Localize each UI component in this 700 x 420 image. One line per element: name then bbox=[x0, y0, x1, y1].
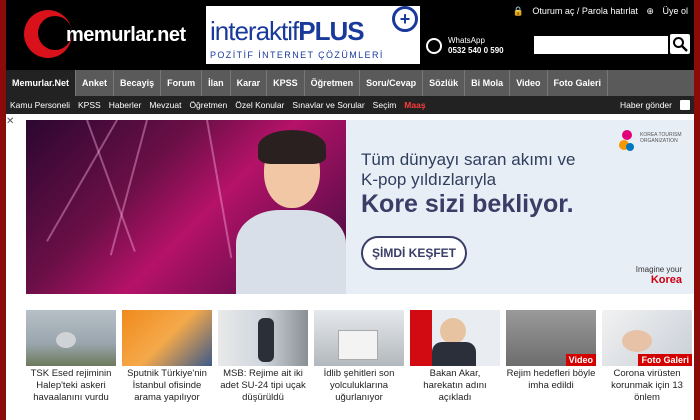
ad-title-light: interaktif bbox=[210, 16, 299, 46]
news-thumbnail: Video bbox=[506, 310, 596, 366]
sub-nav: Kamu Personeli KPSS Haberler Mevzuat Öğr… bbox=[6, 96, 694, 114]
whatsapp-icon bbox=[426, 38, 442, 54]
news-caption: TSK Esed rejiminin Halep'teki askeri hav… bbox=[30, 368, 112, 403]
subnav-item-kamu-personeli[interactable]: Kamu Personeli bbox=[6, 96, 74, 114]
ad-headline: Kore sizi bekliyor. bbox=[361, 190, 574, 218]
header-ad-banner[interactable]: interaktifPLUS + POZİTİF İNTERNET ÇÖZÜML… bbox=[206, 6, 420, 64]
news-thumbnail bbox=[410, 310, 500, 366]
video-badge: Video bbox=[565, 354, 596, 366]
news-caption: Sputnik Türkiye'nin İstanbul ofisinde ar… bbox=[127, 368, 207, 403]
news-thumbnail: Foto Galeri bbox=[602, 310, 692, 366]
nav-item-sozluk[interactable]: Sözlük bbox=[423, 70, 466, 96]
nav-item-forum[interactable]: Forum bbox=[161, 70, 203, 96]
news-caption: MSB: Rejime ait iki adet SU-24 tipi uçak… bbox=[220, 368, 306, 403]
subnav-item-sinavlar[interactable]: Sınavlar ve Sorular bbox=[288, 96, 368, 114]
photo-gallery-badge: Foto Galeri bbox=[638, 354, 692, 366]
kpop-star-image bbox=[236, 130, 346, 294]
news-item[interactable]: Bakan Akar, harekatın adını açıkladı bbox=[410, 310, 500, 420]
search-input[interactable] bbox=[534, 36, 668, 54]
subnav-item-mevzuat[interactable]: Mevzuat bbox=[145, 96, 185, 114]
user-links: 🔒 Oturum aç / Parola hatırlat ⊕ Üye ol bbox=[507, 6, 688, 17]
news-item[interactable]: MSB: Rejime ait iki adet SU-24 tipi uçak… bbox=[218, 310, 308, 420]
subnav-item-ogretmen[interactable]: Öğretmen bbox=[185, 96, 231, 114]
site-logo[interactable]: memurlar.net bbox=[22, 8, 192, 60]
whatsapp-phone: 0532 540 0 590 bbox=[448, 46, 504, 55]
login-link[interactable]: Oturum aç / Parola hatırlat bbox=[532, 6, 638, 16]
subnav-item-ozel-konular[interactable]: Özel Konular bbox=[231, 96, 288, 114]
plus-icon: + bbox=[392, 6, 418, 32]
add-user-icon: ⊕ bbox=[646, 6, 654, 16]
send-news-link[interactable]: Haber gönder bbox=[620, 96, 672, 114]
ad-line-2: K-pop yıldızlarıyla bbox=[361, 170, 497, 189]
nav-item-anket[interactable]: Anket bbox=[76, 70, 115, 96]
ad-cta-button[interactable]: ŞİMDİ KEŞFET bbox=[361, 236, 467, 270]
news-strip: TSK Esed rejiminin Halep'teki askeri hav… bbox=[26, 310, 694, 420]
page-frame: memurlar.net interaktifPLUS + POZİTİF İN… bbox=[6, 0, 694, 420]
news-item[interactable]: İdlib şehitleri son yolculuklarına uğurl… bbox=[314, 310, 404, 420]
nav-item-kpss[interactable]: KPSS bbox=[267, 70, 305, 96]
news-caption: Rejim hedefleri böyle imha edildi bbox=[506, 368, 596, 391]
logo-text: memurlar.net bbox=[66, 24, 186, 46]
nav-item-video[interactable]: Video bbox=[510, 70, 548, 96]
news-item[interactable]: Video Rejim hedefleri böyle imha edildi bbox=[506, 310, 596, 420]
subnav-item-kpss[interactable]: KPSS bbox=[74, 96, 105, 114]
news-thumbnail bbox=[218, 310, 308, 366]
imagine-small-text: Imagine your bbox=[635, 265, 682, 274]
news-thumbnail bbox=[122, 310, 212, 366]
search-icon bbox=[673, 37, 688, 52]
news-thumbnail bbox=[26, 310, 116, 366]
nav-item-bi-mola[interactable]: Bi Mola bbox=[465, 70, 511, 96]
kto-text: KOREA TOURISM ORGANIZATION bbox=[640, 132, 682, 144]
nav-item-karar[interactable]: Karar bbox=[231, 70, 268, 96]
news-caption: Corona virüsten korunmak için 13 önlem bbox=[611, 368, 683, 403]
news-thumbnail bbox=[314, 310, 404, 366]
news-caption: İdlib şehitleri son yolculuklarına uğurl… bbox=[323, 368, 395, 403]
news-item[interactable]: Sputnik Türkiye'nin İstanbul ofisinde ar… bbox=[122, 310, 212, 420]
imagine-korea-logo: Imagine your Korea bbox=[636, 265, 682, 286]
news-item[interactable]: Foto Galeri Corona virüsten korunmak içi… bbox=[602, 310, 692, 420]
subnav-item-haberler[interactable]: Haberler bbox=[105, 96, 146, 114]
ad-line-1: Tüm dünyayı saran akımı ve bbox=[361, 150, 576, 169]
news-item[interactable]: TSK Esed rejiminin Halep'teki askeri hav… bbox=[26, 310, 116, 420]
news-caption: Bakan Akar, harekatın adını açıkladı bbox=[423, 368, 487, 403]
nav-item-ilan[interactable]: İlan bbox=[202, 70, 231, 96]
register-link[interactable]: Üye ol bbox=[662, 6, 688, 16]
nav-item-soru-cevap[interactable]: Soru/Cevap bbox=[360, 70, 424, 96]
ad-title-bold: PLUS bbox=[298, 16, 364, 46]
imagine-big-text: Korea bbox=[650, 274, 682, 286]
subnav-item-maas[interactable]: Maaş bbox=[400, 96, 429, 114]
search-button[interactable] bbox=[670, 34, 690, 54]
whatsapp-label: WhatsApp bbox=[448, 36, 485, 45]
lock-icon: 🔒 bbox=[512, 6, 524, 16]
korea-advert[interactable]: Tüm dünyayı saran akımı ve K-pop yıldızl… bbox=[26, 120, 694, 294]
nav-item-home[interactable]: Memurlar.Net bbox=[6, 70, 77, 96]
nav-item-becayis[interactable]: Becayiş bbox=[114, 70, 162, 96]
ad-subtitle: POZİTİF İNTERNET ÇÖZÜMLERİ bbox=[210, 50, 384, 60]
site-header: memurlar.net interaktifPLUS + POZİTİF İN… bbox=[6, 0, 694, 70]
nav-item-foto-galeri[interactable]: Foto Galeri bbox=[548, 70, 609, 96]
print-icon[interactable] bbox=[680, 100, 690, 110]
kto-logo-icon bbox=[619, 130, 634, 151]
main-nav: Memurlar.Net Anket Becayiş Forum İlan Ka… bbox=[6, 70, 694, 96]
ad-close-icon[interactable]: ✕ bbox=[6, 116, 20, 128]
nav-item-ogretmen[interactable]: Öğretmen bbox=[305, 70, 361, 96]
subnav-item-secim[interactable]: Seçim bbox=[369, 96, 401, 114]
